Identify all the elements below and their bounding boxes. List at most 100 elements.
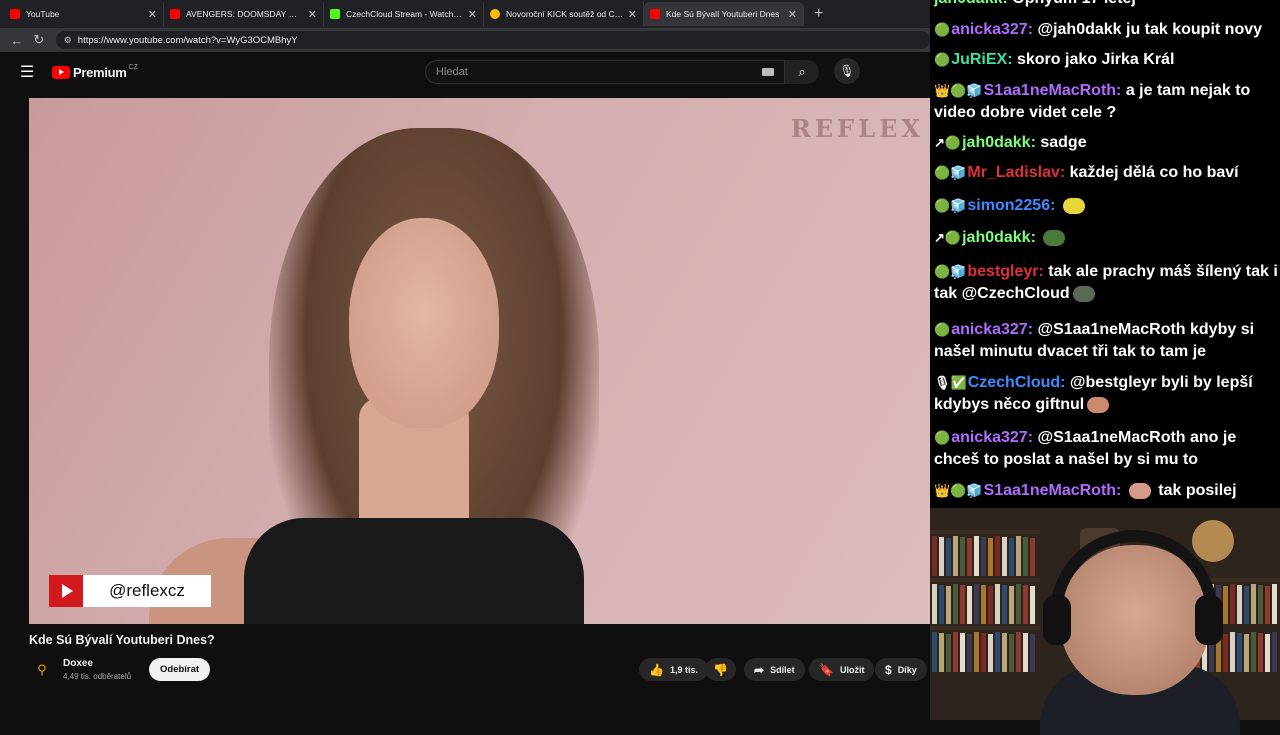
- shelf-board: [930, 626, 1040, 630]
- chat-message: ↗🟢jah0dakk:: [934, 227, 1279, 249]
- video-player[interactable]: REFLEX @reflexcz: [29, 98, 930, 624]
- keyboard-icon[interactable]: [762, 68, 774, 76]
- tab-avengers[interactable]: AVENGERS: DOOMSDAY mě začín ✕: [164, 2, 324, 26]
- book-spine: [988, 586, 993, 624]
- chat-message: 🟢anicka327: @S1aa1neMacRoth ano je chceš…: [934, 427, 1279, 471]
- book-spine: [995, 536, 1000, 576]
- chat-badges-icon: ↗🟢: [934, 230, 962, 245]
- chat-text: @jah0dakk ju tak koupit novy: [1037, 21, 1263, 38]
- video-title: Kde Sú Bývalí Youtuberi Dnes?: [29, 633, 215, 647]
- book-spine: [967, 634, 972, 672]
- chat-username[interactable]: jah0dakk:: [934, 0, 1012, 7]
- back-icon[interactable]: ←: [6, 33, 28, 48]
- subscriber-count: 4,49 tis. odběratelů: [63, 672, 132, 681]
- book-spine: [974, 584, 979, 624]
- google-favicon-icon: [490, 9, 500, 19]
- video-frame-face: [349, 218, 499, 428]
- chat-text: každej dělá co ho baví: [1069, 164, 1239, 181]
- search-placeholder: Hledat: [436, 66, 468, 78]
- chat-username[interactable]: JuRiEX:: [951, 51, 1017, 68]
- thumbs-down-icon: 👎: [713, 662, 728, 677]
- chat-username[interactable]: S1aa1neMacRoth:: [984, 482, 1126, 499]
- book-spine: [1258, 633, 1263, 672]
- book-spine: [1230, 584, 1235, 624]
- reload-icon[interactable]: ↻: [28, 32, 50, 48]
- channel-name[interactable]: Doxee: [63, 658, 93, 669]
- tab-bar: YouTube ✕ AVENGERS: DOOMSDAY mě začín ✕ …: [0, 0, 930, 28]
- book-spine: [946, 634, 951, 672]
- book-spine: [1002, 585, 1007, 624]
- chat-username[interactable]: bestgleyr:: [967, 263, 1048, 280]
- chat-badges-icon: 🟢🧊: [934, 264, 967, 279]
- share-button[interactable]: ➦ Sdílet: [744, 658, 805, 681]
- chat-username[interactable]: jah0dakk:: [962, 229, 1040, 246]
- tab-kick-soutez[interactable]: Novoroční KICK soutěž od CzechC ✕: [484, 2, 644, 26]
- close-tab-icon[interactable]: ✕: [628, 8, 637, 21]
- chat-message: 🟢JuRiEX: skoro jako Jirka Král: [934, 49, 1279, 71]
- chat-emote-icon: [1072, 285, 1095, 302]
- close-tab-icon[interactable]: ✕: [788, 8, 797, 21]
- search-button[interactable]: ⌕: [785, 60, 819, 84]
- chat-username[interactable]: jah0dakk:: [962, 134, 1040, 151]
- new-tab-icon[interactable]: +: [814, 5, 823, 23]
- microphone-icon: 🎙: [839, 64, 855, 78]
- book-spine: [1016, 632, 1021, 672]
- chat-badges-icon: 🟢: [934, 52, 951, 67]
- chat-text: tak posilej: [1153, 482, 1237, 499]
- chat-badges-icon: 🟢🧊: [934, 165, 967, 180]
- book-spine: [953, 632, 958, 672]
- thanks-button[interactable]: $ Díky: [875, 658, 927, 681]
- youtube-header: ☰ Premium CZ Hledat ⌕ 🎙: [0, 52, 930, 92]
- chat-username[interactable]: anicka327:: [951, 429, 1037, 446]
- save-label: Uložit: [839, 664, 865, 675]
- voice-search-button[interactable]: 🎙: [834, 58, 860, 84]
- tab-title: Kde Sú Bývalí Youtuberi Dnes: [666, 9, 780, 19]
- channel-avatar[interactable]: ⚲: [29, 657, 55, 683]
- book-spine: [1016, 536, 1021, 576]
- site-info-icon[interactable]: ⚙: [64, 35, 72, 46]
- book-spine: [995, 632, 1000, 672]
- tab-czechcloud-stream[interactable]: CzechCloud Stream - Watch Live o ✕: [324, 2, 484, 26]
- chat-message: 🟢anicka327: @S1aa1neMacRoth kdyby si naš…: [934, 319, 1279, 363]
- save-button[interactable]: 🔖 Uložit: [809, 658, 875, 681]
- chat-username[interactable]: anicka327:: [951, 21, 1037, 38]
- youtube-logo[interactable]: Premium CZ: [52, 63, 138, 80]
- search-input[interactable]: Hledat: [425, 60, 785, 84]
- dislike-button[interactable]: 👎: [705, 658, 736, 681]
- chat-username[interactable]: S1aa1neMacRoth:: [984, 82, 1126, 99]
- chat-message: 👑🟢🧊S1aa1neMacRoth: tak posilej: [934, 480, 1279, 502]
- chat-username[interactable]: Mr_Ladislav:: [967, 164, 1069, 181]
- chat-message: 🟢🧊simon2256:: [934, 195, 1279, 217]
- tab-current-video[interactable]: Kde Sú Bývalí Youtuberi Dnes ✕: [644, 2, 804, 26]
- book-spine: [988, 538, 993, 576]
- close-tab-icon[interactable]: ✕: [308, 8, 317, 21]
- book-spine: [946, 538, 951, 576]
- book-spine: [960, 585, 965, 624]
- headphone-earcup: [1195, 595, 1223, 645]
- chat-badges-icon: 🟢: [934, 322, 951, 337]
- chat-emote-icon: [1087, 396, 1110, 413]
- url-text: https://www.youtube.com/watch?v=WyG3OCMB…: [77, 34, 298, 46]
- video-watermark: REFLEX: [790, 114, 924, 143]
- chat-username[interactable]: simon2256:: [967, 197, 1059, 214]
- close-tab-icon[interactable]: ✕: [148, 8, 157, 21]
- book-spine: [1016, 584, 1021, 624]
- thanks-icon: $: [885, 662, 892, 677]
- close-tab-icon[interactable]: ✕: [468, 8, 477, 21]
- book-spine: [932, 584, 937, 624]
- like-button[interactable]: 👍 1,9 tis.: [639, 658, 708, 681]
- url-field[interactable]: ⚙ https://www.youtube.com/watch?v=WyG3OC…: [55, 31, 930, 49]
- country-code: CZ: [128, 63, 138, 71]
- chat-username[interactable]: CzechCloud:: [968, 374, 1070, 391]
- menu-icon[interactable]: ☰: [20, 62, 40, 82]
- chat-username[interactable]: anicka327:: [951, 321, 1037, 338]
- book-spine: [1009, 634, 1014, 672]
- book-spine: [1009, 586, 1014, 624]
- chat-emote-icon: [1128, 482, 1151, 499]
- book-spine: [960, 537, 965, 576]
- subscribe-button[interactable]: Odebírat: [149, 658, 211, 681]
- book-spine: [1223, 586, 1228, 624]
- tab-youtube[interactable]: YouTube ✕: [4, 2, 164, 26]
- book-spine: [1251, 632, 1256, 672]
- like-count: 1,9 tis.: [669, 664, 698, 675]
